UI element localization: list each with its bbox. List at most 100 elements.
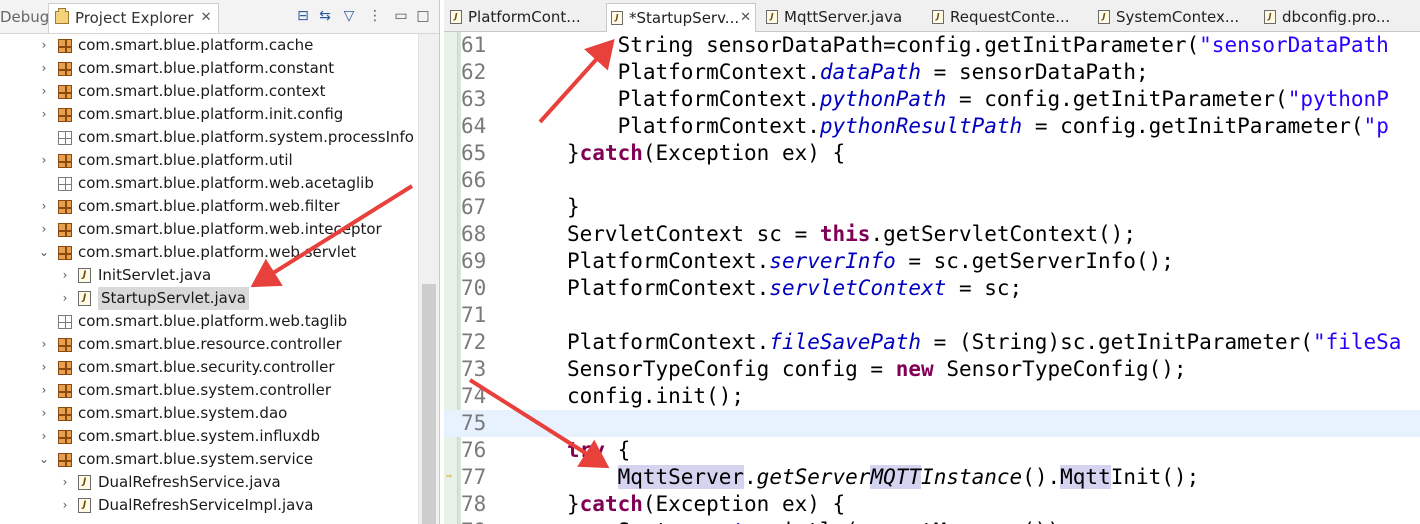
editor-tab[interactable]: Jdbconfig.pro... bbox=[1260, 3, 1418, 32]
tree-package-item[interactable]: › com.smart.blue.system.controller bbox=[0, 379, 418, 402]
tree-package-item[interactable]: › com.smart.blue.system.dao bbox=[0, 402, 418, 425]
tree-item-label: com.smart.blue.platform.web.servlet bbox=[78, 243, 357, 261]
java-file-icon: J bbox=[1098, 10, 1110, 24]
tree-file-item[interactable]: › J InitServlet.java bbox=[0, 264, 418, 287]
tree-package-item[interactable]: › com.smart.blue.platform.web.inteceptor bbox=[0, 218, 418, 241]
tree-file-item[interactable]: › J StartupServlet.java bbox=[0, 287, 418, 310]
close-icon[interactable]: ✕ bbox=[740, 4, 751, 32]
chevron-right-icon[interactable]: › bbox=[38, 57, 50, 80]
tree-item-label: DualRefreshService.java bbox=[98, 473, 281, 491]
tree-package-item[interactable]: com.smart.blue.platform.web.taglib bbox=[0, 310, 418, 333]
tree-package-item[interactable]: › com.smart.blue.platform.util bbox=[0, 149, 418, 172]
code-line[interactable]: 64 PlatformContext.pythonResultPath = co… bbox=[444, 113, 1420, 140]
chevron-right-icon[interactable]: › bbox=[38, 149, 50, 172]
collapse-all-icon[interactable]: ⊟ bbox=[294, 7, 312, 25]
tree-item-label: com.smart.blue.platform.util bbox=[78, 151, 293, 169]
code-line[interactable]: 74 config.init(); bbox=[444, 383, 1420, 410]
tree-scrollbar[interactable] bbox=[418, 34, 439, 524]
editor-tab-label: RequestConte... bbox=[950, 8, 1070, 26]
code-line[interactable]: 79 System.out.println(ex.getMessage()); bbox=[444, 518, 1420, 524]
editor-tab[interactable]: J SystemContex... bbox=[1094, 3, 1254, 32]
project-tree: › com.smart.blue.platform.cache › com.smart… bbox=[0, 34, 418, 517]
tree-package-item[interactable]: › com.smart.blue.platform.context bbox=[0, 80, 418, 103]
chevron-down-icon[interactable]: ⌄ bbox=[38, 241, 50, 264]
tree-package-item[interactable]: › com.smart.blue.security.controller bbox=[0, 356, 418, 379]
java-file-icon: J bbox=[932, 10, 944, 24]
tree-package-item[interactable]: › com.smart.blue.system.influxdb bbox=[0, 425, 418, 448]
code-line[interactable]: 75 bbox=[444, 410, 1420, 437]
tree-package-item[interactable]: ⌄ com.smart.blue.system.service bbox=[0, 448, 418, 471]
code-line[interactable]: 71 bbox=[444, 302, 1420, 329]
editor-tab[interactable]: J *StartupServ... ✕ bbox=[606, 3, 756, 32]
tab-project-explorer[interactable]: Project Explorer ✕ bbox=[48, 3, 219, 33]
tree-file-item[interactable]: › J DualRefreshService.java bbox=[0, 471, 418, 494]
chevron-right-icon[interactable]: › bbox=[38, 103, 50, 126]
chevron-down-icon[interactable]: ⌄ bbox=[38, 448, 50, 471]
chevron-right-icon[interactable]: › bbox=[38, 333, 50, 356]
tree-package-item[interactable]: com.smart.blue.platform.system.processIn… bbox=[0, 126, 418, 149]
package-icon bbox=[58, 131, 72, 145]
chevron-right-icon[interactable]: › bbox=[38, 379, 50, 402]
chevron-right-icon[interactable]: › bbox=[59, 471, 71, 494]
line-number: 63 bbox=[461, 87, 487, 111]
code-line[interactable]: 77 ⇨ MqttServer.getServerMQTTInstance().M… bbox=[444, 464, 1420, 491]
filter-icon[interactable]: ▽ bbox=[340, 7, 358, 25]
code-line[interactable]: 65}catch(Exception ex) { bbox=[444, 140, 1420, 167]
code-text: PlatformContext.dataPath = sensorDataPat… bbox=[567, 60, 1149, 84]
package-icon bbox=[58, 315, 72, 329]
tab-debug[interactable]: Debug bbox=[0, 4, 49, 30]
code-line[interactable]: 62 PlatformContext.dataPath = sensorData… bbox=[444, 59, 1420, 86]
code-line[interactable]: 68 ServletContext sc = this.getServletCon… bbox=[444, 221, 1420, 248]
tree-package-item[interactable]: › com.smart.blue.platform.constant bbox=[0, 57, 418, 80]
line-number: 61 bbox=[461, 33, 487, 57]
code-text: MqttServer.getServerMQTTInstance().MqttI… bbox=[617, 465, 1200, 489]
tree-package-item[interactable]: › com.smart.blue.resource.controller bbox=[0, 333, 418, 356]
minimize-icon[interactable]: ▭ bbox=[392, 7, 410, 25]
close-icon[interactable]: ✕ bbox=[201, 4, 212, 32]
code-line[interactable]: 61 String sensorDataPath=config.getInitP… bbox=[444, 32, 1420, 59]
chevron-right-icon[interactable]: › bbox=[59, 494, 71, 517]
code-line[interactable]: 67} bbox=[444, 194, 1420, 221]
chevron-right-icon[interactable]: › bbox=[38, 356, 50, 379]
java-file-icon: J bbox=[1264, 10, 1276, 24]
chevron-right-icon[interactable]: › bbox=[59, 264, 71, 287]
code-line[interactable]: 69 PlatformContext.serverInfo = sc.getSer… bbox=[444, 248, 1420, 275]
chevron-right-icon[interactable]: › bbox=[38, 402, 50, 425]
package-icon bbox=[58, 361, 72, 375]
java-file-icon: J bbox=[611, 11, 623, 25]
tree-package-item[interactable]: › com.smart.blue.platform.init.config bbox=[0, 103, 418, 126]
tree-package-item[interactable]: ⌄ com.smart.blue.platform.web.servlet bbox=[0, 241, 418, 264]
editor-tab[interactable]: J PlatformCont... bbox=[446, 3, 596, 32]
link-editor-icon[interactable]: ⇆ bbox=[316, 7, 334, 25]
code-line[interactable]: 70 PlatformContext.servletContext = sc; bbox=[444, 275, 1420, 302]
maximize-icon[interactable]: □ bbox=[414, 7, 432, 25]
code-line[interactable]: 73 SensorTypeConfig config = new SensorTy… bbox=[444, 356, 1420, 383]
editor-tab[interactable]: J RequestConte... bbox=[928, 3, 1088, 32]
tree-scrollbar-thumb[interactable] bbox=[422, 284, 436, 524]
code-line[interactable]: 78}catch(Exception ex) { bbox=[444, 491, 1420, 518]
chevron-right-icon[interactable]: › bbox=[38, 218, 50, 241]
view-menu-icon[interactable]: ⋮ bbox=[366, 7, 384, 25]
chevron-right-icon[interactable]: › bbox=[38, 195, 50, 218]
code-text: System.out.println(ex.getMessage()); bbox=[567, 518, 1073, 524]
code-line[interactable]: 76 try { bbox=[444, 437, 1420, 464]
code-line[interactable]: 72 PlatformContext.fileSavePath = (String… bbox=[444, 329, 1420, 356]
chevron-right-icon[interactable]: › bbox=[38, 425, 50, 448]
tree-item-label: com.smart.blue.resource.controller bbox=[78, 335, 342, 353]
tree-item-label: com.smart.blue.platform.web.taglib bbox=[78, 312, 348, 330]
chevron-right-icon[interactable]: › bbox=[38, 34, 50, 57]
code-line[interactable]: 63 PlatformContext.pythonPath = config.g… bbox=[444, 86, 1420, 113]
tree-package-item[interactable]: com.smart.blue.platform.web.acetaglib bbox=[0, 172, 418, 195]
tree-item-label: StartupServlet.java bbox=[98, 287, 249, 310]
line-number: 79 bbox=[461, 518, 493, 524]
tree-package-item[interactable]: › com.smart.blue.platform.cache bbox=[0, 34, 418, 57]
chevron-right-icon[interactable]: › bbox=[38, 80, 50, 103]
code-text: ServletContext sc = this.getServletConte… bbox=[567, 222, 1136, 246]
editor-tab[interactable]: J MqttServer.java bbox=[762, 3, 922, 32]
tree-file-item[interactable]: › J DualRefreshServiceImpl.java bbox=[0, 494, 418, 517]
tree-item-label: com.smart.blue.platform.system.processIn… bbox=[78, 128, 414, 146]
chevron-right-icon[interactable]: › bbox=[59, 287, 71, 310]
code-area[interactable]: 61 String sensorDataPath=config.getInitP… bbox=[444, 32, 1420, 524]
code-line[interactable]: 66 bbox=[444, 167, 1420, 194]
tree-package-item[interactable]: › com.smart.blue.platform.web.filter bbox=[0, 195, 418, 218]
